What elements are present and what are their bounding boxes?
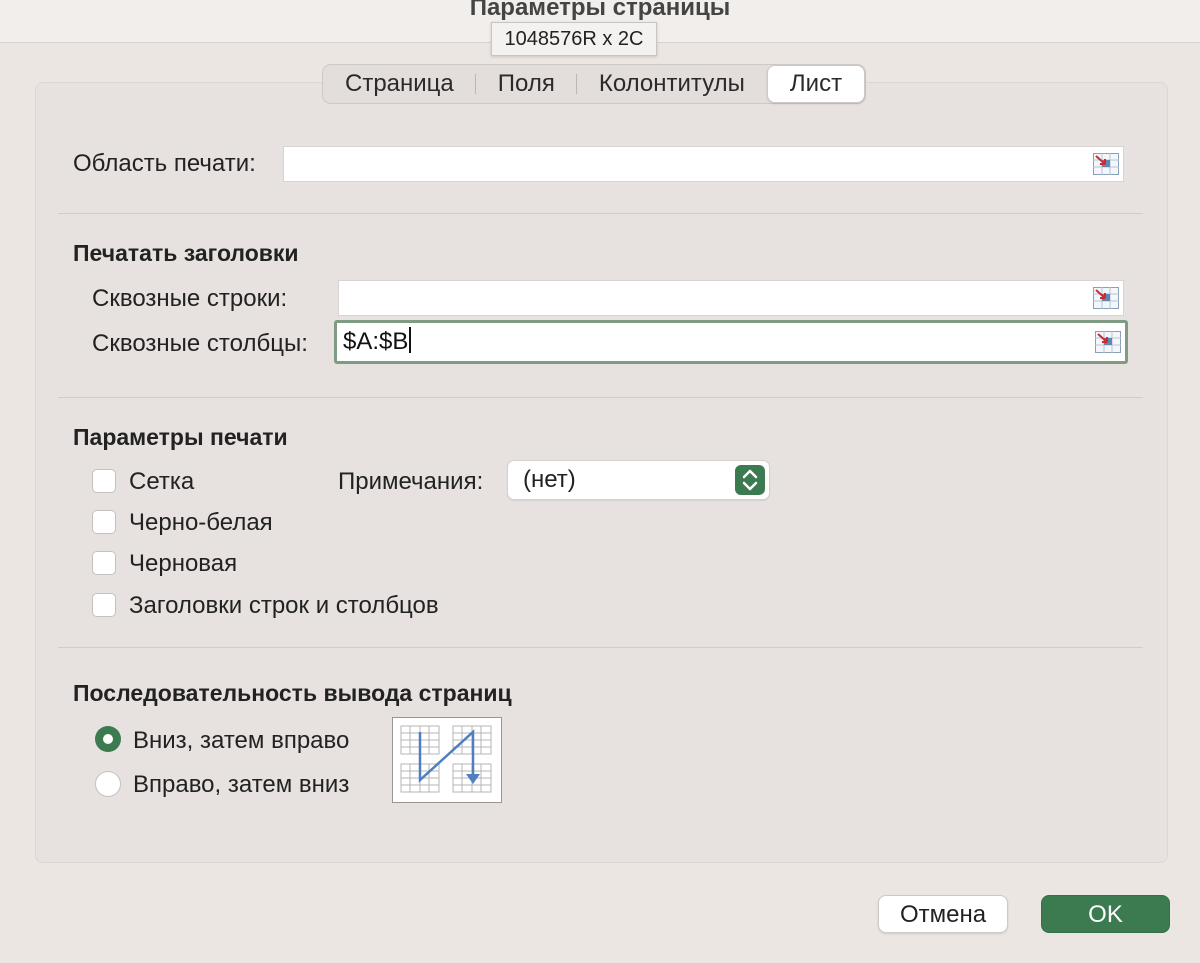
comments-select-value: (нет) (523, 466, 576, 493)
print-titles-heading: Печатать заголовки (73, 240, 299, 266)
text-caret (409, 327, 412, 353)
row-column-headings-checkbox[interactable] (92, 593, 116, 617)
divider (58, 397, 1143, 398)
rows-to-repeat-input[interactable] (338, 280, 1124, 316)
draft-quality-checkbox[interactable] (92, 551, 116, 575)
columns-to-repeat-input[interactable]: $A:$B (334, 320, 1128, 364)
ok-button[interactable]: OK (1041, 895, 1170, 933)
print-area-input[interactable] (283, 146, 1124, 182)
down-then-over-radio[interactable] (95, 726, 121, 752)
divider (58, 213, 1143, 214)
over-then-down-label: Вправо, затем вниз (133, 771, 350, 798)
row-column-headings-label: Заголовки строк и столбцов (129, 592, 439, 619)
page-order-heading: Последовательность вывода страниц (73, 680, 512, 706)
black-and-white-checkbox[interactable] (92, 510, 116, 534)
comments-label: Примечания: (338, 468, 484, 495)
tab-page[interactable]: Страница (323, 65, 476, 103)
tab-header-footer[interactable]: Колонтитулы (577, 65, 767, 103)
cancel-button[interactable]: Отмена (878, 895, 1008, 933)
tab-margins[interactable]: Поля (476, 65, 577, 103)
over-then-down-radio[interactable] (95, 771, 121, 797)
tab-sheet[interactable]: Лист (766, 65, 866, 103)
print-options-heading: Параметры печати (73, 424, 288, 450)
range-picker-icon[interactable] (1095, 331, 1121, 353)
selection-size-tooltip: 1048576R x 2C (491, 22, 657, 56)
range-picker-icon[interactable] (1093, 153, 1119, 175)
gridlines-checkbox[interactable] (92, 469, 116, 493)
rows-to-repeat-label: Сквозные строки: (92, 285, 288, 312)
window-title: Параметры страницы (469, 0, 731, 21)
columns-to-repeat-value: $A:$B (343, 328, 409, 355)
tab-bar: Страница Поля Колонтитулы Лист (322, 64, 867, 104)
gridlines-label: Сетка (129, 468, 195, 495)
range-picker-icon[interactable] (1093, 287, 1119, 309)
chevron-up-down-icon (735, 465, 765, 495)
columns-to-repeat-label: Сквозные столбцы: (92, 330, 308, 357)
page-order-preview-icon (392, 717, 502, 803)
down-then-over-label: Вниз, затем вправо (133, 727, 350, 754)
draft-quality-label: Черновая (129, 550, 238, 577)
divider (58, 647, 1143, 648)
print-area-label: Область печати: (73, 150, 256, 177)
comments-select[interactable]: (нет) (507, 460, 770, 500)
black-and-white-label: Черно-белая (129, 509, 273, 536)
